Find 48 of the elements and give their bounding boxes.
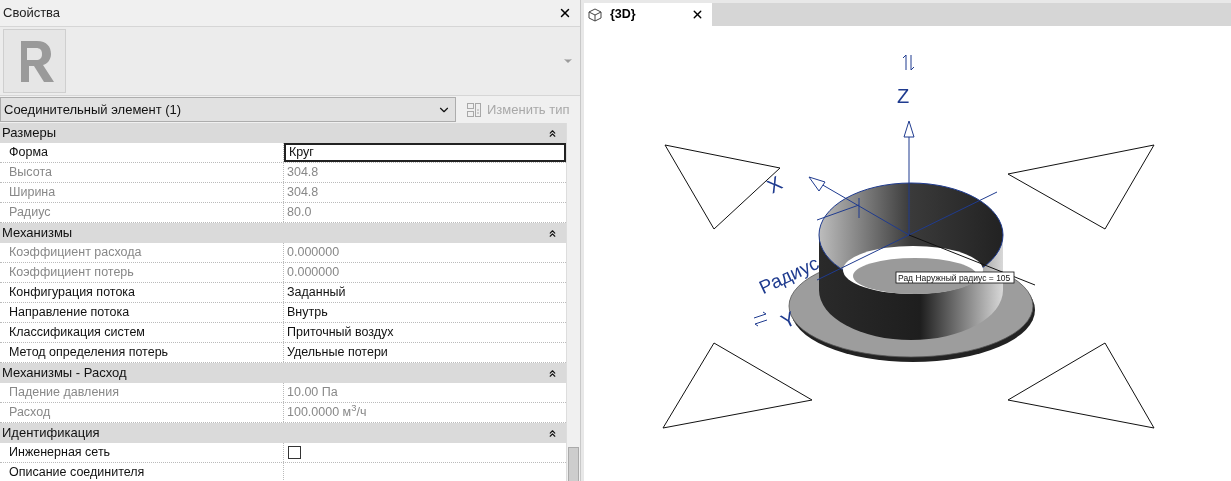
z-axis-arrow[interactable] <box>903 120 915 236</box>
property-label: Классификация систем <box>9 324 145 342</box>
section-header[interactable]: Механизмы - Расход <box>0 363 566 383</box>
property-label: Конфигурация потока <box>9 284 136 302</box>
cube-icon <box>588 7 602 22</box>
z-axis-label: Z <box>897 85 910 107</box>
tab-label: {3D} <box>610 6 636 24</box>
triangle-marker-drawing[interactable] <box>662 144 1155 429</box>
property-label: Высота <box>9 164 52 182</box>
checkbox[interactable] <box>288 446 301 459</box>
flip-arrows-icon[interactable] <box>902 54 915 71</box>
section-header[interactable]: Размеры <box>0 123 566 143</box>
property-label: Инженерная сеть <box>9 444 111 462</box>
property-label: Радиус <box>9 204 51 222</box>
type-selector[interactable]: Соединительный элемент (1) <box>0 97 456 122</box>
y-axis-label: Y <box>777 307 799 333</box>
close-icon[interactable] <box>558 6 572 20</box>
section-header[interactable]: Механизмы <box>0 223 566 243</box>
x-axis-arrow[interactable] <box>808 176 910 236</box>
property-label: Форма <box>9 144 48 162</box>
property-value[interactable]: Внутрь <box>284 303 566 322</box>
close-icon[interactable] <box>691 8 704 21</box>
property-label: Падение давления <box>9 384 119 402</box>
x-axis-label: X <box>763 171 786 198</box>
section-header[interactable]: Идентификация <box>0 423 566 443</box>
property-label: Ширина <box>9 184 56 202</box>
scrollbar-thumb[interactable] <box>568 447 579 481</box>
property-label: Коэффициент потерь <box>9 264 134 282</box>
scrollbar[interactable] <box>566 123 580 481</box>
collapse-icon[interactable] <box>547 427 558 439</box>
flip-arrows-icon[interactable] <box>753 311 768 327</box>
property-label: Коэффициент расхода <box>9 244 142 262</box>
collapse-icon[interactable] <box>547 127 558 139</box>
dimension-label: Рад Наружный радиус = 105 <box>895 271 1015 284</box>
revit-logo-icon <box>3 29 66 93</box>
property-label: Метод определения потерь <box>9 344 169 362</box>
panel-title: Свойства <box>3 4 61 23</box>
property-label: Расход <box>9 404 51 422</box>
view-tab[interactable]: {3D} <box>584 3 712 26</box>
collapse-icon[interactable] <box>547 367 558 379</box>
property-label: Описание соединителя <box>9 464 145 481</box>
property-value[interactable]: Круг <box>284 143 566 162</box>
edit-type-icon <box>466 101 482 118</box>
property-value[interactable]: Приточный воздух <box>284 323 566 342</box>
property-label: Направление потока <box>9 304 130 322</box>
collapse-icon[interactable] <box>547 227 558 239</box>
property-value[interactable]: Удельные потери <box>284 343 566 362</box>
property-value[interactable]: Заданный <box>284 283 566 302</box>
